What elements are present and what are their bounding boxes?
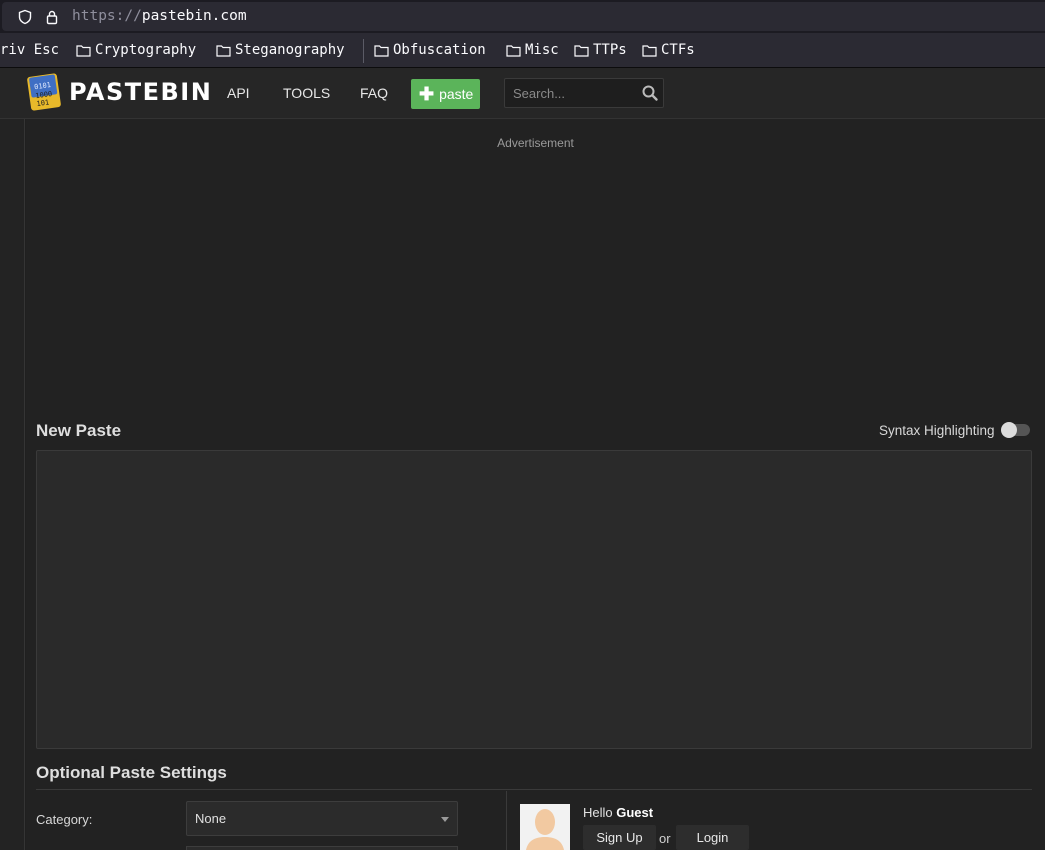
bookmark-label: CTFs [661, 42, 695, 58]
folder-icon [506, 44, 521, 57]
category-value: None [195, 811, 227, 826]
bookmark-ttps[interactable]: TTPs [574, 42, 627, 58]
nav-tools[interactable]: TOOLS [283, 85, 330, 101]
vertical-divider [506, 791, 507, 850]
folder-icon [374, 44, 389, 57]
browser-toolbar: https://pastebin.com [0, 0, 1045, 33]
plus-icon: ✚ [419, 84, 435, 104]
search-box [504, 78, 664, 108]
nav-api[interactable]: API [227, 85, 250, 101]
bookmark-priv-esc[interactable]: riv Esc [0, 42, 59, 58]
hello-guest-text: Hello Guest [583, 805, 653, 820]
nav-faq[interactable]: FAQ [360, 85, 388, 101]
optional-settings-title: Optional Paste Settings [36, 763, 227, 782]
url-text[interactable]: https://pastebin.com [72, 8, 247, 24]
bookmark-steganography[interactable]: Steganography [216, 42, 345, 58]
paste-textarea[interactable] [36, 450, 1032, 749]
toggle-knob [1001, 422, 1017, 438]
bookmark-label: Steganography [235, 42, 345, 58]
next-setting-select[interactable] [186, 846, 458, 850]
search-icon[interactable] [641, 84, 659, 102]
url-scheme: https:// [72, 8, 142, 24]
bookmark-cryptography[interactable]: Cryptography [76, 42, 196, 58]
chevron-down-icon [441, 817, 449, 822]
folder-icon [642, 44, 657, 57]
advertisement-label: Advertisement [497, 136, 574, 150]
folder-icon [216, 44, 231, 57]
shield-icon[interactable] [17, 9, 33, 25]
main-content: Advertisement New Paste Syntax Highlight… [26, 119, 1045, 850]
bookmark-ctfs[interactable]: CTFs [642, 42, 695, 58]
bookmarks-bar: riv Esc Cryptography Steganography Obfus… [0, 33, 1045, 68]
left-gutter [0, 119, 25, 850]
hello-label: Hello [583, 805, 613, 820]
bookmark-label: TTPs [593, 42, 627, 58]
url-host: pastebin.com [141, 8, 247, 24]
bookmark-separator [363, 39, 364, 63]
folder-icon [76, 44, 91, 57]
new-paste-button[interactable]: ✚ paste [411, 79, 480, 109]
site-header: 0101 1000 101 PASTEBIN API TOOLS FAQ ✚ p… [0, 68, 1045, 119]
logo-text[interactable]: PASTEBIN [69, 78, 212, 106]
or-text: or [659, 831, 671, 846]
bookmark-obfuscation[interactable]: Obfuscation [374, 42, 486, 58]
syntax-highlighting-toggle[interactable] [1001, 422, 1030, 438]
address-bar[interactable]: https://pastebin.com [2, 2, 1045, 31]
guest-avatar-icon [520, 804, 570, 850]
new-paste-title: New Paste [36, 421, 122, 440]
guest-name: Guest [616, 805, 654, 820]
bookmark-misc[interactable]: Misc [506, 42, 559, 58]
bookmark-label: Obfuscation [393, 42, 486, 58]
bookmark-label: Misc [525, 42, 559, 58]
category-label: Category: [36, 812, 93, 827]
pastebin-logo-icon[interactable]: 0101 1000 101 [26, 73, 64, 111]
folder-icon [574, 44, 589, 57]
syntax-highlighting-label: Syntax Highlighting [879, 423, 995, 438]
bookmark-label: Cryptography [95, 42, 197, 58]
bookmark-label: riv Esc [0, 42, 60, 58]
settings-divider [36, 789, 1032, 790]
sign-up-button[interactable]: Sign Up [583, 825, 656, 850]
category-select[interactable]: None [186, 801, 458, 836]
paste-button-label: paste [439, 86, 474, 102]
login-button[interactable]: Login [676, 825, 749, 850]
search-input[interactable] [505, 79, 635, 107]
lock-icon[interactable] [44, 9, 60, 25]
